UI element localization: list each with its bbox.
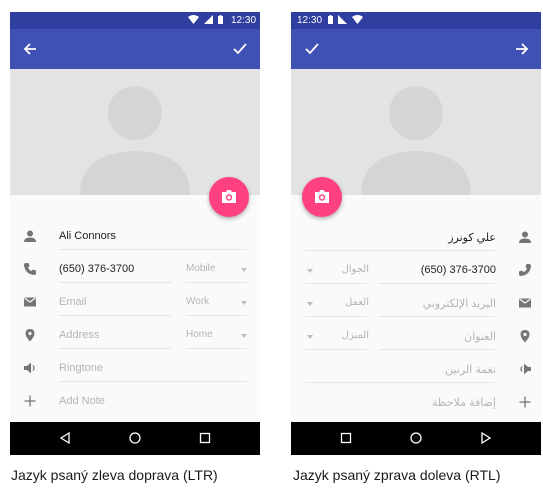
chevron-down-icon[interactable] — [241, 301, 247, 305]
wifi-icon — [188, 15, 199, 24]
chevron-down-icon[interactable] — [307, 269, 313, 273]
speaker-icon — [24, 362, 35, 374]
status-time: 12:30 — [231, 15, 257, 26]
camera-button[interactable] — [302, 177, 342, 217]
chevron-down-icon[interactable] — [307, 335, 313, 339]
address-row: Address Home — [10, 319, 260, 352]
name-row: Ali Connors — [10, 220, 260, 253]
nav-recents-icon[interactable] — [198, 431, 212, 445]
phone-field[interactable]: (650) 376-3700 — [59, 263, 134, 275]
divider — [59, 282, 172, 283]
divider — [59, 315, 172, 316]
chevron-down-icon[interactable] — [241, 334, 247, 338]
camera-icon — [315, 190, 329, 203]
divider — [59, 348, 172, 349]
name-row: علي كونرز — [291, 221, 541, 254]
status-time: 12:30 — [297, 15, 323, 26]
rtl-caption: Jazyk psaný zprava doleva (RTL) — [293, 467, 501, 483]
note-field[interactable]: إضافة ملاحظة — [432, 396, 496, 409]
divider — [305, 382, 495, 383]
divider — [186, 282, 247, 283]
divider — [379, 349, 495, 350]
check-icon[interactable] — [302, 39, 322, 59]
divider — [59, 381, 247, 382]
phone-icon — [24, 263, 36, 275]
arrow-left-icon[interactable] — [21, 39, 41, 59]
name-field[interactable]: Ali Connors — [59, 230, 116, 242]
email-row: البريد الإلكتروني العمل — [291, 287, 541, 320]
plus-icon — [24, 395, 36, 407]
email-type-select[interactable]: العمل — [345, 297, 369, 308]
status-icons — [188, 15, 223, 24]
phone-row: (650) 376-3700 Mobile — [10, 253, 260, 286]
nav-back-icon[interactable] — [58, 431, 72, 445]
location-pin-icon — [25, 329, 35, 342]
address-type-select[interactable]: Home — [186, 329, 213, 340]
name-field[interactable]: علي كونرز — [448, 231, 496, 244]
arrow-right-icon[interactable] — [511, 39, 531, 59]
divider — [305, 283, 367, 284]
email-icon — [24, 297, 36, 307]
speaker-icon — [520, 363, 531, 375]
camera-icon — [222, 190, 236, 203]
address-field[interactable]: Address — [59, 329, 99, 341]
system-nav-bar — [291, 422, 541, 455]
email-field[interactable]: Email — [59, 296, 87, 308]
person-icon — [519, 231, 531, 243]
phone-icon — [519, 264, 531, 276]
nav-back-icon[interactable] — [479, 431, 493, 445]
app-bar — [10, 29, 260, 69]
status-icons — [328, 15, 363, 24]
system-nav-bar — [10, 422, 260, 455]
address-type-select[interactable]: المنزل — [342, 330, 369, 341]
ltr-phone-screen: 12:30 Ali Connors (650) 376-3700 Mobile … — [10, 12, 260, 455]
plus-icon — [519, 396, 531, 408]
battery-icon — [328, 15, 333, 24]
address-field[interactable]: العنوان — [464, 330, 496, 343]
status-bar: 12:30 — [10, 12, 260, 29]
ltr-caption: Jazyk psaný zleva doprava (LTR) — [11, 467, 218, 483]
note-row: إضافة ملاحظة — [291, 386, 541, 419]
phone-type-select[interactable]: Mobile — [186, 263, 215, 274]
address-row: العنوان المنزل — [291, 320, 541, 353]
divider — [305, 250, 495, 251]
ringtone-field[interactable]: Ringtone — [59, 362, 103, 374]
divider — [305, 349, 367, 350]
email-row: Email Work — [10, 286, 260, 319]
camera-button[interactable] — [209, 177, 249, 217]
status-bar: 12:30 — [291, 12, 541, 29]
email-field[interactable]: البريد الإلكتروني — [423, 297, 496, 310]
phone-row: (650) 376-3700 الجوال — [291, 254, 541, 287]
app-bar — [291, 29, 541, 69]
nav-recents-icon[interactable] — [339, 431, 353, 445]
divider — [379, 316, 495, 317]
chevron-down-icon[interactable] — [307, 302, 313, 306]
wifi-icon — [352, 15, 363, 24]
phone-field[interactable]: (650) 376-3700 — [421, 264, 496, 276]
person-icon — [24, 230, 36, 242]
ringtone-row: Ringtone — [10, 352, 260, 385]
divider — [186, 315, 247, 316]
signal-icon — [338, 15, 347, 24]
location-pin-icon — [520, 330, 530, 343]
divider — [59, 249, 247, 250]
battery-icon — [218, 15, 223, 24]
nav-home-icon[interactable] — [128, 431, 142, 445]
check-icon[interactable] — [230, 39, 250, 59]
divider — [305, 316, 367, 317]
note-field[interactable]: Add Note — [59, 395, 105, 407]
nav-home-icon[interactable] — [409, 431, 423, 445]
ringtone-field[interactable]: نغمة الرنين — [445, 363, 496, 376]
email-type-select[interactable]: Work — [186, 296, 209, 307]
divider — [379, 283, 495, 284]
ringtone-row: نغمة الرنين — [291, 353, 541, 386]
divider — [186, 348, 247, 349]
phone-type-select[interactable]: الجوال — [342, 264, 370, 275]
signal-icon — [204, 15, 213, 24]
rtl-phone-screen: 12:30 علي كونرز (650) 376-3700 الجوال ال… — [291, 12, 541, 455]
email-icon — [519, 298, 531, 308]
note-row: Add Note — [10, 385, 260, 418]
chevron-down-icon[interactable] — [241, 268, 247, 272]
